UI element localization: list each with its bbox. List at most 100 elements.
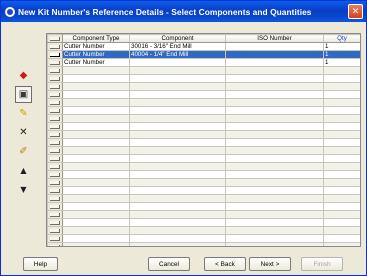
add-component-button[interactable]: ✎ (15, 105, 32, 122)
table-row-empty[interactable] (47, 186, 360, 195)
cell-component[interactable] (129, 162, 226, 171)
cell-component-type[interactable] (62, 226, 130, 235)
cell-iso-number[interactable] (225, 146, 324, 155)
close-button[interactable]: ✕ (348, 4, 363, 19)
cell-component-type[interactable] (62, 66, 130, 75)
row-selector[interactable] (47, 58, 63, 67)
cell-qty[interactable]: 1 (323, 58, 360, 67)
row-selector[interactable] (47, 130, 63, 139)
cell-qty[interactable] (323, 90, 360, 99)
back-button[interactable]: < Back (204, 257, 246, 271)
cell-iso-number[interactable] (225, 74, 324, 83)
cell-component-type[interactable] (62, 186, 130, 195)
cell-component-type[interactable] (62, 138, 130, 147)
cell-qty[interactable] (323, 66, 360, 75)
cell-component[interactable] (129, 178, 226, 187)
move-down-button[interactable]: ▼ (15, 181, 32, 198)
cell-iso-number[interactable] (225, 90, 324, 99)
cell-component[interactable] (129, 138, 226, 147)
row-selector[interactable] (47, 210, 63, 219)
row-selector[interactable] (47, 106, 63, 115)
cell-iso-number[interactable] (225, 226, 324, 235)
cell-qty[interactable] (323, 106, 360, 115)
cell-component[interactable] (129, 234, 226, 243)
cell-qty[interactable] (323, 226, 360, 235)
row-selector[interactable] (47, 42, 63, 51)
cell-iso-number[interactable] (225, 210, 324, 219)
components-grid[interactable]: Component Type Component ISO Number Qty … (46, 33, 361, 247)
row-selector[interactable] (47, 234, 63, 243)
cell-iso-number[interactable] (225, 162, 324, 171)
cell-component-type[interactable] (62, 218, 130, 227)
title-bar[interactable]: New Kit Number's Reference Details - Sel… (1, 1, 366, 22)
cell-iso-number[interactable] (225, 58, 324, 67)
cell-component[interactable] (129, 74, 226, 83)
cell-iso-number[interactable] (225, 194, 324, 203)
cell-iso-number[interactable] (225, 122, 324, 131)
cell-component-type[interactable] (62, 154, 130, 163)
cell-qty[interactable] (323, 218, 360, 227)
table-row-empty[interactable] (47, 98, 360, 107)
cell-iso-number[interactable] (225, 42, 324, 51)
cell-iso-number[interactable] (225, 170, 324, 179)
cell-component-type[interactable] (62, 242, 130, 246)
table-row-empty[interactable] (47, 202, 360, 211)
cell-component[interactable] (129, 194, 226, 203)
cell-component-type[interactable] (62, 90, 130, 99)
table-row[interactable]: Cutter Number 30016 - 3/16" End Mill 1 (47, 42, 360, 51)
table-row-empty[interactable] (47, 106, 360, 115)
cell-qty[interactable] (323, 242, 360, 246)
row-selector[interactable] (47, 218, 63, 227)
row-selector[interactable] (47, 178, 63, 187)
cell-component-type[interactable]: Cutter Number (62, 42, 130, 51)
row-selector[interactable] (47, 122, 63, 131)
corner-cell[interactable] (47, 34, 63, 43)
cell-component[interactable] (129, 82, 226, 91)
cell-component[interactable] (129, 106, 226, 115)
help-button[interactable]: Help (23, 257, 58, 271)
cell-iso-number[interactable] (225, 242, 324, 246)
cell-iso-number[interactable] (225, 130, 324, 139)
table-row-empty[interactable] (47, 130, 360, 139)
table-row-empty[interactable] (47, 74, 360, 83)
table-row-empty[interactable] (47, 234, 360, 243)
row-selector[interactable] (47, 186, 63, 195)
cell-component[interactable] (129, 170, 226, 179)
cell-iso-number[interactable] (225, 66, 324, 75)
cell-component[interactable] (129, 154, 226, 163)
cell-iso-number[interactable] (225, 114, 324, 123)
delete-button[interactable]: ✕ (15, 124, 32, 141)
eraser-button[interactable]: ✐ (15, 143, 32, 160)
cell-iso-number[interactable] (225, 234, 324, 243)
cell-component[interactable] (129, 226, 226, 235)
cell-component[interactable] (129, 202, 226, 211)
cell-component[interactable] (129, 114, 226, 123)
cell-qty[interactable] (323, 74, 360, 83)
cell-component-type[interactable] (62, 170, 130, 179)
table-row-empty[interactable] (47, 194, 360, 203)
row-selector[interactable] (47, 226, 63, 235)
cell-component-type[interactable] (62, 122, 130, 131)
cell-qty[interactable] (323, 154, 360, 163)
cell-iso-number[interactable] (225, 106, 324, 115)
row-selector[interactable] (47, 162, 63, 171)
row-selector[interactable] (47, 138, 63, 147)
cell-iso-number[interactable] (225, 82, 324, 91)
cell-iso-number[interactable] (225, 178, 324, 187)
table-row-empty[interactable] (47, 90, 360, 99)
cell-component-type[interactable] (62, 234, 130, 243)
row-selector[interactable] (47, 98, 63, 107)
table-row-empty[interactable] (47, 162, 360, 171)
column-header-iso-number[interactable]: ISO Number (225, 34, 324, 43)
row-selector[interactable] (47, 66, 63, 75)
table-row-empty[interactable] (47, 122, 360, 131)
cell-component[interactable] (129, 98, 226, 107)
row-selector[interactable] (47, 146, 63, 155)
table-row-empty[interactable] (47, 242, 360, 246)
cell-qty[interactable] (323, 170, 360, 179)
cell-component-type[interactable] (62, 130, 130, 139)
cell-component[interactable] (129, 90, 226, 99)
cell-qty[interactable] (323, 98, 360, 107)
edit-row-button[interactable]: ▣ (15, 86, 32, 103)
row-selector[interactable] (47, 154, 63, 163)
